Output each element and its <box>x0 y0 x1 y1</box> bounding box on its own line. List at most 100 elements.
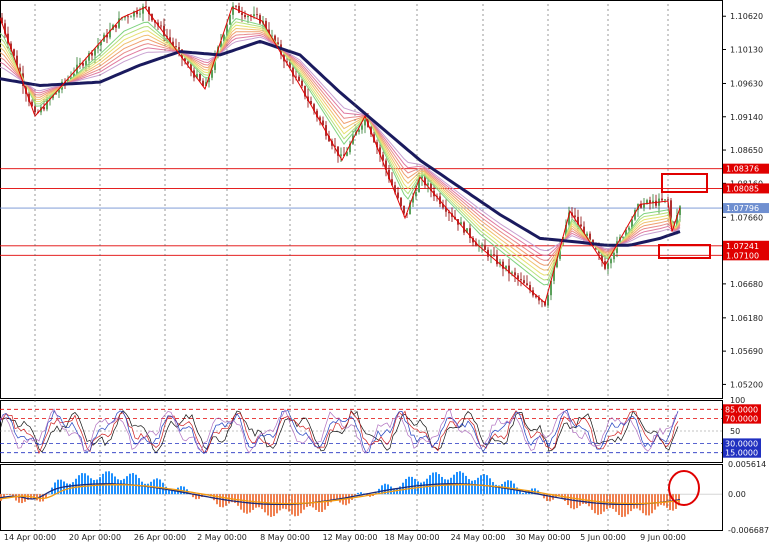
candle-body <box>235 5 237 7</box>
macd-histogram-bar <box>222 494 224 508</box>
time-axis-label: 20 Apr 00:00 <box>69 533 121 542</box>
macd-histogram-bar <box>660 494 662 505</box>
macd-histogram-bar <box>96 479 98 495</box>
candle-body <box>238 5 240 13</box>
macd-histogram-bar <box>636 494 638 509</box>
macd-histogram-bar <box>390 486 392 495</box>
macd-histogram-bar <box>411 476 413 495</box>
candle-body <box>664 199 666 201</box>
candle-body <box>253 14 255 17</box>
macd-histogram-bar <box>471 480 473 495</box>
candle-body <box>82 63 84 66</box>
candle-body <box>85 60 87 66</box>
annotation-box-upper <box>661 173 708 193</box>
macd-histogram-bar <box>609 494 611 508</box>
price-axis-label: 1.10620 <box>730 12 763 21</box>
candle-body <box>178 47 180 50</box>
trading-chart[interactable]: 1.106201.101301.096301.091401.086501.081… <box>0 0 770 545</box>
macd-histogram-bar <box>318 494 320 512</box>
macd-histogram-bar <box>402 482 404 495</box>
macd-histogram-bar <box>255 494 257 508</box>
macd-histogram-bar <box>9 494 11 496</box>
candle-body <box>241 12 243 15</box>
macd-histogram-bar <box>630 494 632 512</box>
annotation-circle <box>668 470 700 506</box>
macd-histogram-bar <box>450 477 452 495</box>
candle-body <box>256 14 258 16</box>
oscillator-axis-label: 50 <box>730 427 740 436</box>
macd-histogram-bar <box>21 494 23 504</box>
macd-histogram-bar <box>321 494 323 512</box>
candle-body <box>514 272 516 276</box>
price-axis-label: 1.08650 <box>730 146 763 155</box>
macd-panel[interactable]: 0.005614 0.00 -0.006687 <box>0 460 769 535</box>
macd-histogram-bar <box>423 481 425 495</box>
candle-body <box>301 80 303 86</box>
candle-body <box>493 254 495 256</box>
macd-histogram-bar <box>279 494 281 511</box>
macd-histogram-bar <box>297 494 299 516</box>
price-axis-label: 1.05200 <box>730 380 763 389</box>
macd-histogram-bar <box>522 492 524 495</box>
candle-body <box>298 76 300 81</box>
macd-histogram-bar <box>243 494 245 513</box>
macd-histogram-bar <box>597 494 599 515</box>
macd-histogram-bar <box>93 479 95 495</box>
macd-histogram-bar <box>108 471 110 495</box>
price-tag-label: 1.07241 <box>726 242 759 251</box>
candle-body <box>484 244 486 250</box>
oscillator-panel[interactable]: 85.000070.0000 30.000015.0000 100 50 <box>0 396 761 463</box>
oscillator-tag-label: 85.0000 <box>725 405 758 414</box>
candle-body <box>244 14 246 18</box>
macd-histogram-bar <box>135 474 137 495</box>
macd-histogram-bar <box>603 494 605 512</box>
macd-histogram-bar <box>435 472 437 495</box>
macd-histogram-bar <box>477 477 479 495</box>
macd-histogram-bar <box>612 494 614 509</box>
macd-histogram-bar <box>81 473 83 495</box>
oscillator-tag-label: 70.0000 <box>725 415 758 424</box>
price-axis-label: 1.06180 <box>730 314 763 323</box>
macd-histogram-bar <box>285 494 287 510</box>
macd-histogram-bar <box>420 482 422 495</box>
macd-histogram-bar <box>273 494 275 517</box>
time-axis-label: 2 May 00:00 <box>197 533 247 542</box>
price-tag-label: 1.08085 <box>726 184 759 193</box>
macd-axis-label: 0.005614 <box>728 460 766 469</box>
macd-histogram-bar <box>672 494 674 511</box>
macd-histogram-bar <box>519 491 521 495</box>
macd-histogram-bar <box>639 494 641 511</box>
candle-body <box>361 125 363 130</box>
macd-histogram-bar <box>654 494 656 510</box>
macd-histogram-bar <box>129 473 131 495</box>
macd-axis-label: 0.00 <box>728 490 746 499</box>
price-tag-label: 1.08376 <box>726 165 759 174</box>
macd-histogram-bar <box>510 480 512 495</box>
time-axis-label: 24 May 00:00 <box>451 533 506 542</box>
candle-body <box>646 200 648 204</box>
macd-histogram-bar <box>360 492 362 495</box>
price-panel[interactable]: 1.106201.101301.096301.091401.086501.081… <box>0 0 769 399</box>
macd-histogram-bar <box>657 494 659 507</box>
macd-histogram-bar <box>501 484 503 495</box>
time-axis-label: 26 Apr 00:00 <box>134 533 186 542</box>
macd-histogram-bar <box>444 479 446 495</box>
price-axis-label: 1.09630 <box>730 79 763 88</box>
price-axis-label: 1.05690 <box>730 347 763 356</box>
macd-histogram-bar <box>570 494 572 509</box>
candle-body <box>130 16 132 18</box>
candle-body <box>247 15 249 18</box>
candles-group <box>1 1 681 309</box>
macd-histogram-bar <box>141 481 143 495</box>
macd-histogram-bar <box>624 494 626 517</box>
candle-body <box>526 283 528 286</box>
candle-body <box>340 154 342 156</box>
macd-histogram-bar <box>120 480 122 495</box>
time-axis-label: 5 Jun 00:00 <box>580 533 626 542</box>
price-axis-label: 1.06680 <box>730 280 763 289</box>
macd-histogram-bar <box>309 494 311 507</box>
macd-histogram-bar <box>288 494 290 512</box>
macd-histogram-bar <box>357 492 359 495</box>
macd-histogram-bar <box>447 479 449 495</box>
candle-body <box>199 74 201 81</box>
